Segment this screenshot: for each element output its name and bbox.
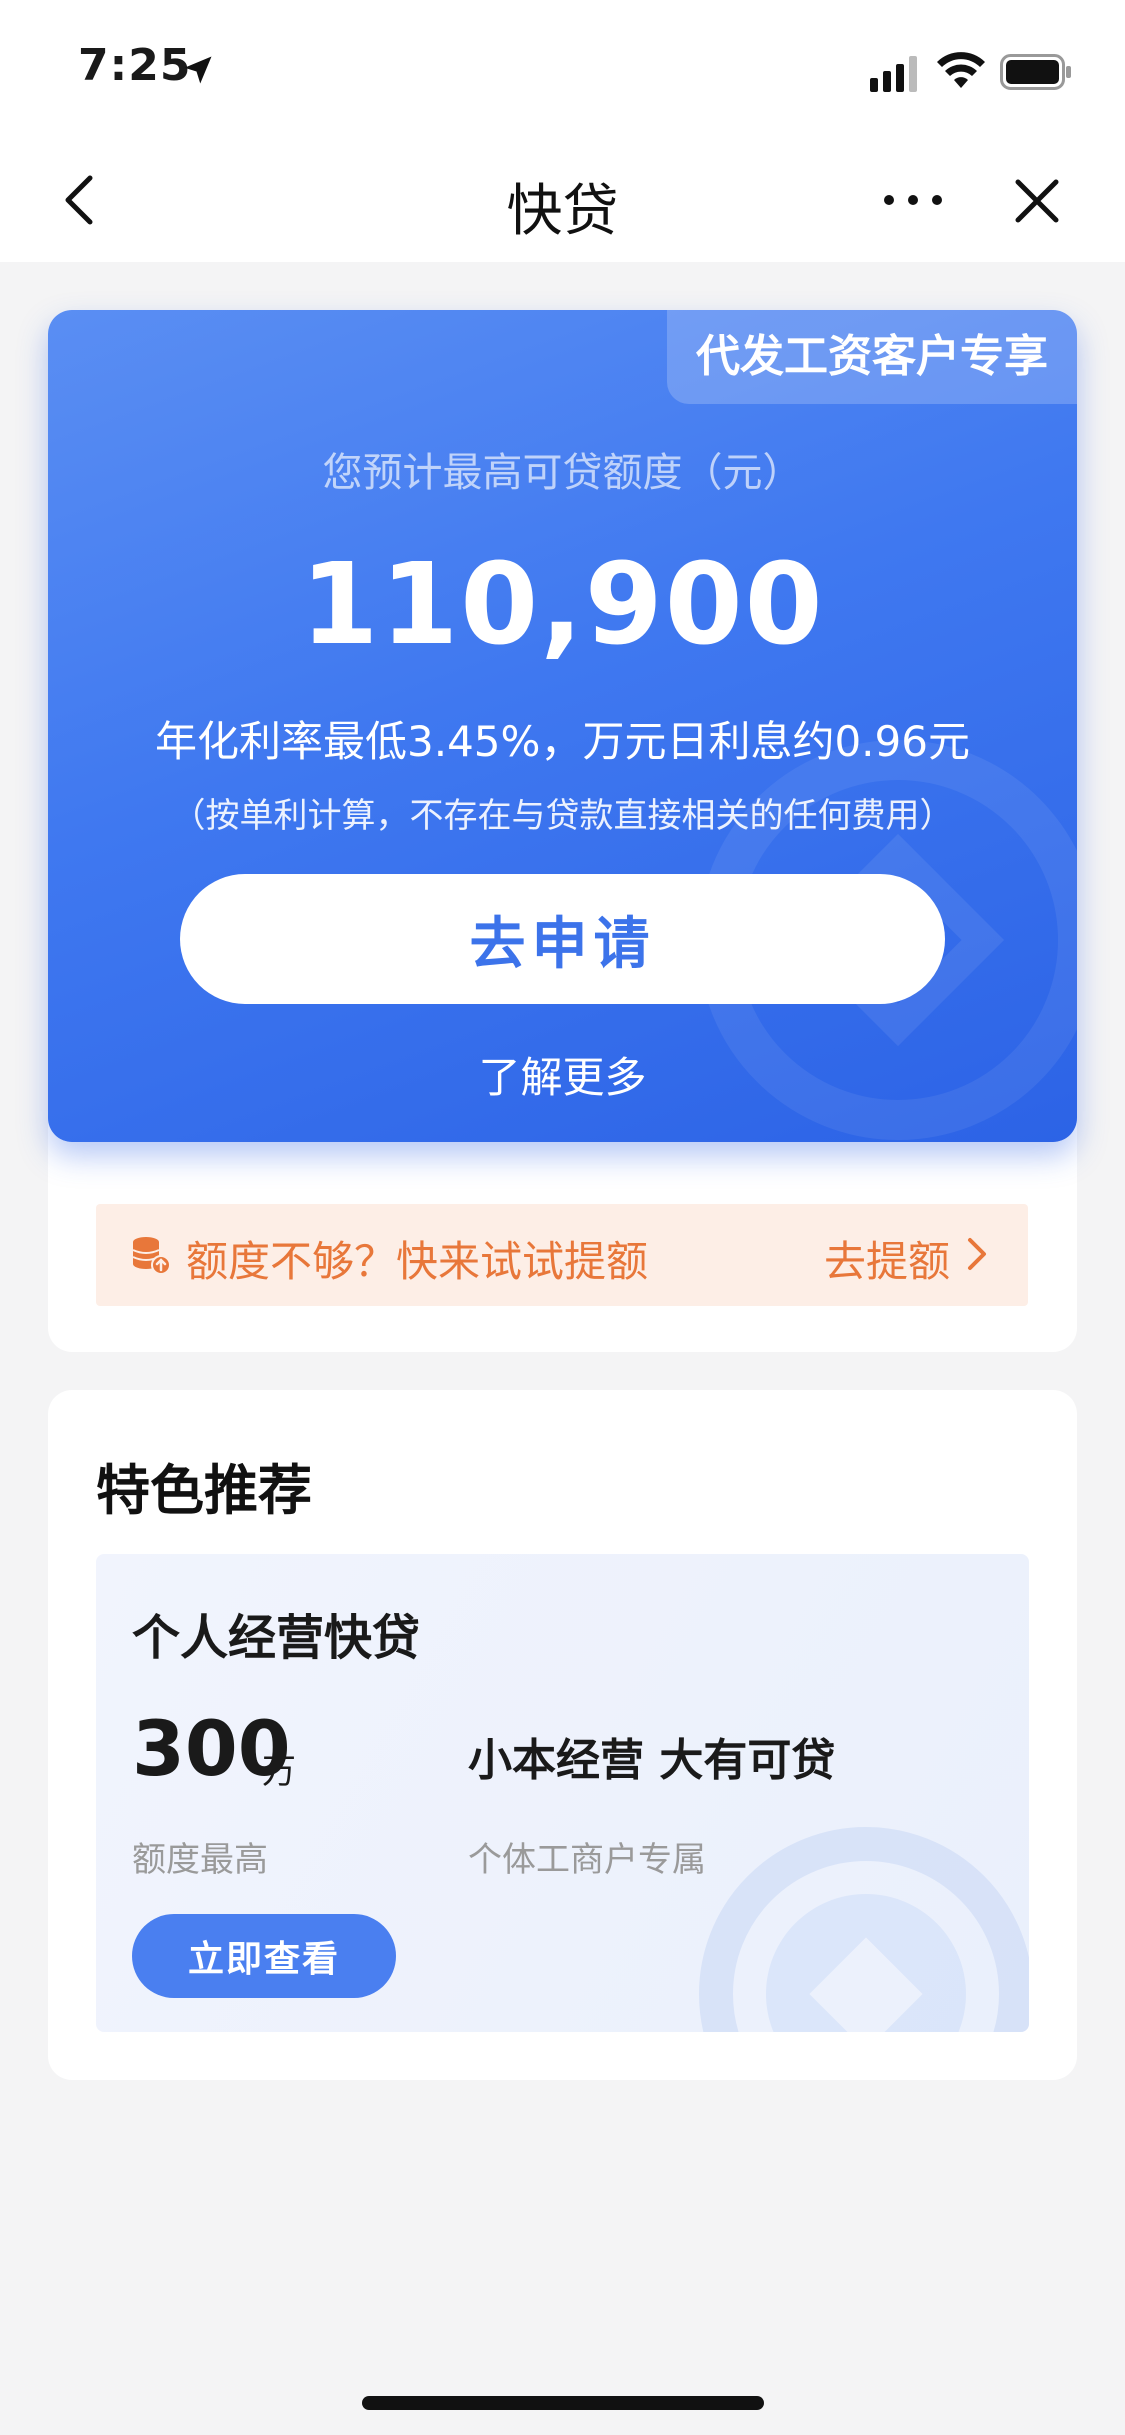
product-amount-unit: 万 (262, 1752, 296, 1792)
apply-button[interactable]: 去申请 (180, 874, 945, 1004)
loan-hero-card: 代发工资客户专享 您预计最高可贷额度（元） 110,900 年化利率最低3.45… (48, 310, 1077, 1142)
product-card[interactable]: 个人经营快贷 300 万 额度最高 小本经营 大有可贷 个体工商户专属 立即查看 (96, 1554, 1029, 2032)
product-name: 个人经营快贷 (132, 1610, 421, 1666)
battery-icon (1000, 54, 1071, 90)
view-now-button[interactable]: 立即查看 (132, 1914, 396, 1998)
decorative-coin-icon (699, 1827, 1029, 2032)
learn-more-link[interactable]: 了解更多 (48, 1044, 1077, 1105)
signal-icon (870, 56, 917, 92)
status-time: 7:25 (78, 40, 192, 91)
quota-prompt-text: 额度不够？快来试试提额 (186, 1237, 649, 1286)
coin-stack-icon (132, 1237, 171, 1275)
section-title: 特色推荐 (96, 1459, 312, 1522)
exclusive-badge: 代发工资客户专享 (667, 310, 1077, 404)
wifi-icon (937, 52, 985, 88)
product-slogan: 小本经营 大有可贷 (468, 1735, 836, 1786)
featured-section: 特色推荐 个人经营快贷 300 万 额度最高 小本经营 大有可贷 个体工商户专属… (48, 1390, 1077, 2080)
home-indicator[interactable] (362, 2396, 764, 2410)
location-arrow-icon (184, 56, 212, 84)
page-title: 快贷 (506, 179, 619, 244)
increase-quota-link[interactable]: 去提额 (824, 1228, 950, 1289)
max-credit-label: 您预计最高可贷额度（元） (322, 450, 803, 496)
quota-increase-banner[interactable]: 额度不够？快来试试提额 去提额 (96, 1204, 1028, 1306)
chevron-right-icon (968, 1238, 986, 1270)
more-icon[interactable] (880, 184, 946, 216)
product-amount-label: 额度最高 (132, 1840, 268, 1880)
product-audience: 个体工商户专属 (468, 1840, 706, 1880)
nav-bar: 快贷 (0, 140, 1125, 262)
status-bar: 7:25 (0, 0, 1125, 140)
interest-note: （按单利计算，不存在与贷款直接相关的任何费用） (171, 796, 954, 836)
credit-amount: 110,900 (300, 540, 825, 670)
interest-rate-text: 年化利率最低3.45%，万元日利息约0.96元 (155, 717, 970, 766)
page: 7:25 快贷 代发工资客户专享 您预计最高可贷额度（元） 110,900 年化… (0, 0, 1125, 2435)
close-icon[interactable] (1010, 174, 1064, 228)
